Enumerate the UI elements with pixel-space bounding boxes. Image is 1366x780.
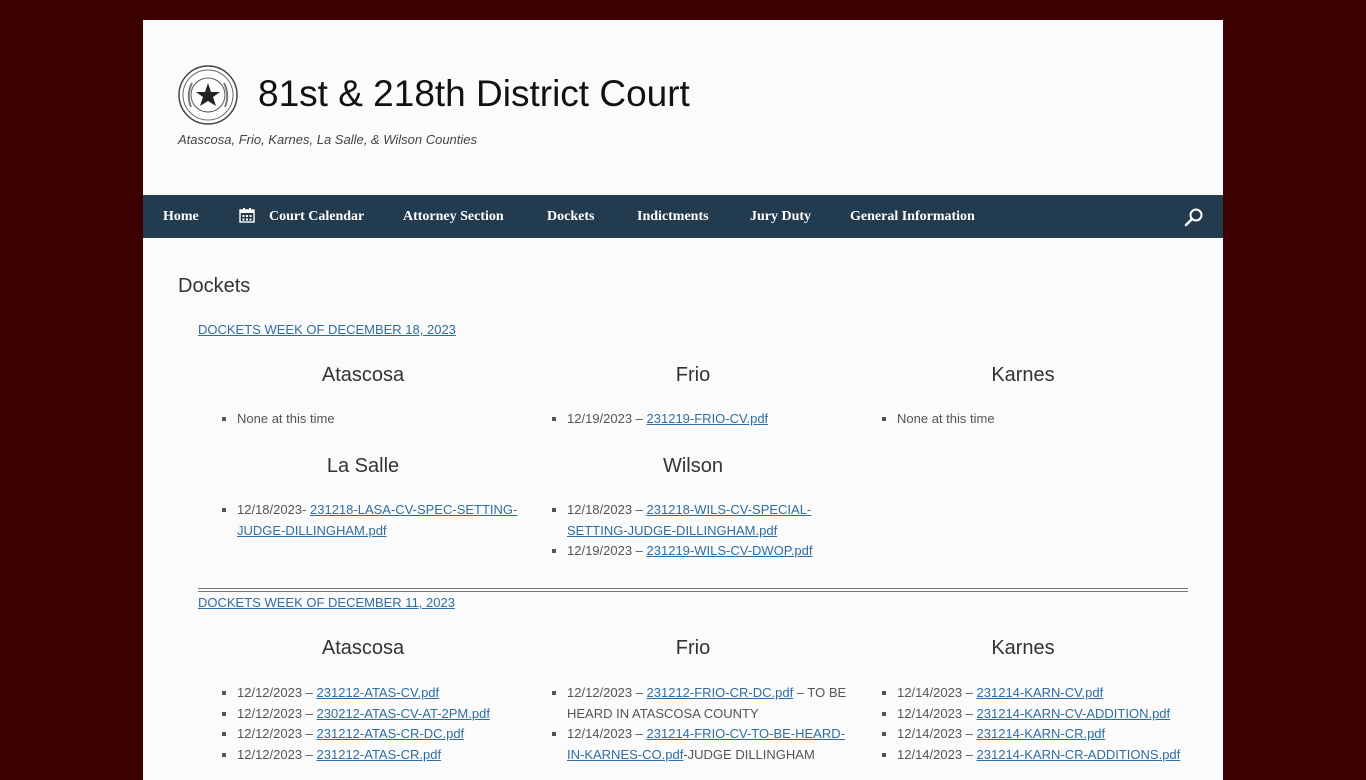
docket-list-karnes: 12/14/2023 – 231214-KARN-CV.pdf 12/14/20… xyxy=(877,683,1187,766)
nav-item-general-information[interactable]: General Information xyxy=(850,195,975,238)
docket-date: 12/14/2023 – xyxy=(897,747,977,763)
docket-file-link[interactable]: 231212-ATAS-CR.pdf xyxy=(317,747,442,762)
docket-file-link[interactable]: 231214-KARN-CV-ADDITION.pdf xyxy=(977,706,1171,721)
main-navigation: Home Court Calendar Attorney Section Doc… xyxy=(143,195,1223,238)
site-title[interactable]: 81st & 218th District Court xyxy=(258,73,690,115)
docket-list-la-salle: 12/18/2023- 231218-LASA-CV-SPEC-SETTING-… xyxy=(217,500,527,541)
docket-list-frio: 12/12/2023 – 231212-FRIO-CR-DC.pdf – TO … xyxy=(547,683,857,766)
county-heading-la-salle: La Salle xyxy=(326,455,400,477)
texas-seal-icon xyxy=(178,65,238,125)
nav-item-dockets[interactable]: Dockets xyxy=(547,195,594,238)
docket-date: 12/19/2023 – xyxy=(567,543,647,559)
county-heading-wilson: Wilson xyxy=(662,455,723,477)
docket-date: 12/14/2023 – xyxy=(897,726,977,742)
list-item: 12/18/2023 – 231218-WILS-CV-SPECIAL-SETT… xyxy=(567,500,857,541)
docket-file-link[interactable]: 230212-ATAS-CV-AT-2PM.pdf xyxy=(317,706,490,721)
docket-file-link[interactable]: 231214-KARN-CR.pdf xyxy=(977,726,1106,741)
list-item: 12/12/2023 – 231212-ATAS-CV.pdf xyxy=(237,683,527,704)
county-heading-karnes: Karnes xyxy=(991,364,1055,386)
list-item: 12/14/2023 – 231214-KARN-CV.pdf xyxy=(897,683,1187,704)
list-item: 12/14/2023 – 231214-FRIO-CV-TO-BE-HEARD-… xyxy=(567,724,857,765)
county-heading-atascosa: Atascosa xyxy=(321,637,405,659)
list-item: 12/12/2023 – 231212-ATAS-CR.pdf xyxy=(237,745,527,766)
page-container: 81st & 218th District Court Atascosa, Fr… xyxy=(143,20,1223,780)
county-heading-atascosa: Atascosa xyxy=(321,364,405,386)
docket-date: 12/18/2023 – xyxy=(567,502,647,517)
list-item: 12/19/2023 – 231219-WILS-CV-DWOP.pdf xyxy=(567,541,857,562)
docket-list-karnes: None at this time xyxy=(877,409,1187,430)
docket-file-link[interactable]: 231214-KARN-CR-ADDITIONS.pdf xyxy=(977,747,1181,762)
section-divider xyxy=(198,588,1188,592)
nav-label-court-calendar: Court Calendar xyxy=(269,209,365,224)
nav-item-jury-duty[interactable]: Jury Duty xyxy=(750,195,811,238)
list-item: 12/12/2023 – 231212-ATAS-CR-DC.pdf xyxy=(237,724,527,745)
week-link-dec-18[interactable]: DOCKETS WEEK OF DECEMBER 18, 2023 xyxy=(198,322,456,337)
list-item: 12/14/2023 – 231214-KARN-CV-ADDITION.pdf xyxy=(897,704,1187,725)
calendar-icon xyxy=(239,208,255,223)
docket-date: 12/14/2023 – xyxy=(897,705,977,721)
docket-date: 12/12/2023 – xyxy=(237,685,317,700)
docket-date: 12/14/2023 – xyxy=(567,726,647,742)
list-item: None at this time xyxy=(237,409,527,430)
docket-file-link[interactable]: 231212-ATAS-CR-DC.pdf xyxy=(317,726,465,741)
docket-date: 12/12/2023 – xyxy=(237,705,317,721)
nav-item-court-calendar[interactable]: Court Calendar xyxy=(239,195,364,238)
page-title: Dockets xyxy=(178,275,251,297)
county-heading-frio: Frio xyxy=(675,364,711,386)
list-item: 12/12/2023 – 230212-ATAS-CV-AT-2PM.pdf xyxy=(237,704,527,725)
docket-list-wilson: 12/18/2023 – 231218-WILS-CV-SPECIAL-SETT… xyxy=(547,500,857,562)
county-heading-frio: Frio xyxy=(675,637,711,659)
docket-date: 12/12/2023 – xyxy=(567,685,647,700)
docket-date: 12/12/2023 – xyxy=(237,726,317,742)
nav-item-attorney-section[interactable]: Attorney Section xyxy=(403,195,504,238)
docket-date: 12/18/2023- xyxy=(237,502,311,517)
docket-date: 12/14/2023 – xyxy=(897,685,977,700)
docket-note: -JUDGE DILLINGHAM xyxy=(683,747,815,763)
docket-list-atascosa: 12/12/2023 – 231212-ATAS-CV.pdf 12/12/20… xyxy=(217,683,527,766)
site-tagline: Atascosa, Frio, Karnes, La Salle, & Wils… xyxy=(178,132,478,147)
docket-list-frio: 12/19/2023 – 231219-FRIO-CV.pdf xyxy=(547,409,857,430)
list-item: 12/19/2023 – 231219-FRIO-CV.pdf xyxy=(567,409,857,430)
docket-list-atascosa: None at this time xyxy=(217,409,527,430)
main-content: Dockets DOCKETS WEEK OF DECEMBER 18, 202… xyxy=(143,238,1223,780)
site-header: 81st & 218th District Court Atascosa, Fr… xyxy=(143,20,1223,195)
list-item: None at this time xyxy=(897,409,1187,430)
list-item: 12/14/2023 – 231214-KARN-CR-ADDITIONS.pd… xyxy=(897,745,1187,766)
docket-file-link[interactable]: 231219-WILS-CV-DWOP.pdf xyxy=(647,543,813,558)
search-icon[interactable] xyxy=(1184,207,1204,227)
list-item: 12/14/2023 – 231214-KARN-CR.pdf xyxy=(897,724,1187,745)
docket-file-link[interactable]: 231219-FRIO-CV.pdf xyxy=(647,411,769,426)
county-heading-karnes: Karnes xyxy=(991,637,1055,659)
docket-date: 12/12/2023 – xyxy=(237,747,317,763)
list-item: 12/12/2023 – 231212-FRIO-CR-DC.pdf – TO … xyxy=(567,683,857,724)
docket-file-link[interactable]: 231212-ATAS-CV.pdf xyxy=(317,685,440,700)
week-link-dec-11[interactable]: DOCKETS WEEK OF DECEMBER 11, 2023 xyxy=(198,595,455,610)
nav-item-home[interactable]: Home xyxy=(163,195,199,238)
docket-file-link[interactable]: 231212-FRIO-CR-DC.pdf xyxy=(647,685,794,700)
docket-date: 12/19/2023 – xyxy=(567,411,647,426)
docket-file-link[interactable]: 231214-KARN-CV.pdf xyxy=(977,685,1104,700)
nav-item-indictments[interactable]: Indictments xyxy=(637,195,709,238)
list-item: 12/18/2023- 231218-LASA-CV-SPEC-SETTING-… xyxy=(237,500,527,541)
